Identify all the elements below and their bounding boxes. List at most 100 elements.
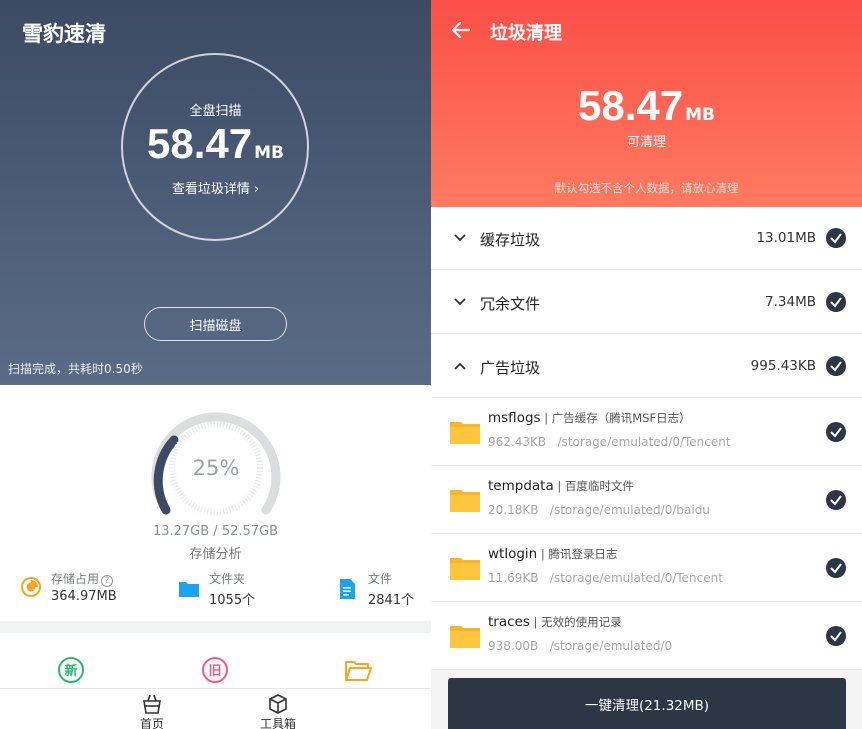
file-description: 百度临时文件 [564, 479, 634, 493]
file-path: /storage/emulated/0 [549, 639, 673, 653]
file-name: tempdata [488, 478, 554, 494]
question-icon[interactable]: ? [101, 575, 114, 587]
section-divider [0, 621, 431, 633]
file-size: 20.18KB [488, 503, 539, 517]
one-click-clean-button[interactable]: 一键清理(21.32MB) [448, 678, 846, 729]
check-icon[interactable] [826, 490, 846, 510]
old-files-button[interactable]: 旧 [201, 656, 229, 684]
chevron-down-icon [454, 298, 466, 306]
stat-value: 1055个 [209, 593, 256, 608]
file-name: traces [488, 614, 530, 630]
open-folder-button[interactable] [344, 656, 372, 684]
stat-files[interactable]: 文件 2841个 [338, 570, 414, 608]
file-row[interactable]: wtlogin | 腾讯登录日志 11.69KB /storage/emulat… [431, 534, 862, 602]
file-description: 广告缓存（腾讯MSF日志） [551, 411, 691, 425]
file-path: /storage/emulated/0/baidu [549, 503, 710, 517]
file-row[interactable]: traces | 无效的使用记录 938.00B /storage/emulat… [431, 602, 862, 670]
check-icon[interactable] [826, 422, 846, 442]
category-size: 995.43KB [750, 358, 816, 374]
old-badge-text: 旧 [208, 664, 221, 679]
cleanable-size: 58.47 MB [431, 82, 862, 130]
junk-size: 58.47 MB [0, 120, 431, 168]
category-row[interactable]: 冗余文件 7.34MB [431, 271, 862, 334]
category-size: 13.01MB [756, 230, 816, 246]
new-files-button[interactable]: 新 [57, 656, 85, 684]
check-icon[interactable] [826, 626, 846, 646]
cleanable-size-unit: MB [685, 105, 715, 125]
nav-home[interactable]: 首页 [136, 693, 168, 729]
file-description: 腾讯登录日志 [548, 547, 618, 561]
stat-title: 文件夹 [209, 572, 246, 586]
folder-icon [450, 558, 480, 580]
cleanable-caption: 可清理 [626, 135, 666, 150]
check-icon[interactable] [826, 228, 846, 248]
junk-hero: 垃圾清理 58.47 MB 可清理 默认勾选不含个人数据，请放心清理 [431, 0, 862, 207]
document-icon [340, 579, 355, 599]
stat-value: 2841个 [368, 593, 415, 608]
category-name: 广告垃圾 [480, 359, 541, 377]
cleanable-size-value: 58.47 [578, 82, 684, 129]
storage-used-total: 13.27GB / 52.57GB [152, 524, 279, 539]
check-icon[interactable] [826, 558, 846, 578]
old-icon: 旧 [202, 657, 228, 683]
file-description-separator: | [537, 547, 549, 561]
folder-icon [450, 626, 480, 648]
new-icon: 新 [58, 657, 84, 683]
pie-chart-icon [21, 577, 41, 597]
junk-detail-link[interactable]: 查看垃圾详情 › [0, 178, 431, 197]
file-path: /storage/emulated/0/Tencent [549, 571, 723, 585]
app-title: 雪豹速清 [22, 22, 106, 46]
basket-icon [143, 694, 161, 714]
page-title: 垃圾清理 [490, 23, 562, 44]
file-path: /storage/emulated/0/Tencent [557, 435, 731, 449]
storage-analysis-label: 存储分析 [189, 547, 242, 562]
category-name: 缓存垃圾 [480, 231, 541, 249]
file-row[interactable]: tempdata | 百度临时文件 20.18KB /storage/emula… [431, 466, 862, 534]
file-description: 无效的使用记录 [541, 615, 622, 629]
new-badge-text: 新 [64, 663, 77, 679]
home-screen: 雪豹速清 全盘扫描 58.47 MB 查看垃圾详情 › 扫描磁盘 扫描完成，共耗时… [0, 0, 431, 729]
privacy-note: 默认勾选不含个人数据，请放心清理 [554, 181, 739, 195]
stat-folders[interactable]: 文件夹 1055个 [178, 570, 255, 608]
stat-title: 存储占用 [51, 572, 100, 586]
scan-hero: 雪豹速清 全盘扫描 58.47 MB 查看垃圾详情 › 扫描磁盘 扫描完成，共耗时… [0, 0, 431, 385]
category-name: 冗余文件 [480, 295, 541, 313]
junk-size-unit: MB [254, 143, 284, 163]
file-size: 962.43KB [488, 435, 547, 449]
category-row[interactable]: 缓存垃圾 13.01MB [431, 207, 862, 270]
file-name: msflogs [488, 410, 541, 426]
file-row[interactable]: msflogs | 广告缓存（腾讯MSF日志） 962.43KB /storag… [431, 398, 862, 466]
bottom-nav: 首页 工具箱 [0, 688, 431, 729]
open-folder-icon [345, 661, 372, 681]
nav-label: 首页 [139, 717, 164, 729]
scan-disk-button[interactable]: 扫描磁盘 [144, 307, 287, 341]
cube-icon [269, 694, 287, 714]
check-icon[interactable] [826, 292, 846, 312]
folder-icon [450, 490, 480, 512]
junk-size-value: 58.47 [147, 120, 253, 167]
category-size: 7.34MB [765, 294, 816, 310]
file-description-separator: | [529, 615, 542, 629]
file-size: 938.00B [488, 639, 539, 653]
file-name: wtlogin [488, 546, 538, 562]
scan-label: 全盘扫描 [189, 104, 242, 119]
storage-percent: 25% [192, 456, 240, 480]
file-size: 11.69KB [488, 571, 539, 585]
check-icon[interactable] [826, 356, 846, 376]
folder-icon [179, 582, 199, 597]
stat-storage-usage[interactable]: 存储占用? 364.97MB [20, 570, 117, 604]
junk-clean-screen: 垃圾清理 58.47 MB 可清理 默认勾选不含个人数据，请放心清理 缓存垃圾 1… [431, 0, 862, 729]
file-description-separator: | [540, 411, 552, 425]
stat-value: 364.97MB [51, 589, 117, 604]
chevron-down-icon [454, 234, 466, 242]
file-description-separator: | [553, 479, 565, 493]
junk-detail-label: 查看垃圾详情 [171, 182, 250, 197]
folder-icon [450, 422, 480, 444]
chevron-up-icon [454, 362, 466, 370]
category-row[interactable]: 广告垃圾 995.43KB [431, 335, 862, 398]
back-arrow-icon[interactable] [449, 18, 473, 42]
stat-title: 文件 [368, 572, 393, 586]
scan-status: 扫描完成，共耗时0.50秒 [8, 362, 143, 376]
nav-label: 工具箱 [259, 717, 296, 729]
nav-toolbox[interactable]: 工具箱 [256, 693, 300, 729]
